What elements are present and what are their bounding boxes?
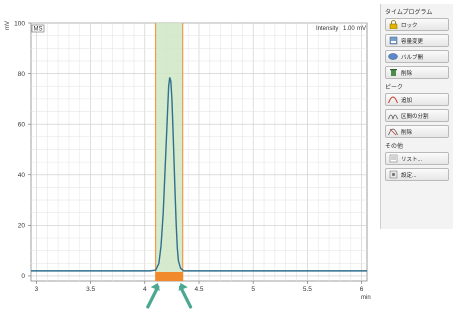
valve-open-button-label: バルブ開 [401, 54, 424, 61]
arrow-annotation [146, 283, 160, 309]
section-title-time-program: タイムプログラム [385, 10, 433, 16]
split-section-button-label: 区間の分割 [401, 113, 429, 120]
add-peak-button[interactable]: 追加 [385, 93, 449, 106]
y-tick-label: 40 [18, 172, 26, 179]
y-axis-unit: mV [5, 21, 11, 30]
y-tick-label: 60 [18, 121, 26, 128]
valve-icon [388, 52, 398, 61]
x-tick-label: 5.5 [303, 286, 312, 293]
intensity-unit: mV [357, 26, 366, 32]
section-title-other: その他 [385, 144, 404, 150]
time-program-delete-button[interactable]: 削除 [385, 66, 449, 79]
x-tick-label: 4 [143, 286, 147, 293]
valve-open-button[interactable]: バルブ開 [385, 50, 449, 63]
intensity-value: 1.00 [343, 26, 355, 32]
x-tick-label: 6 [360, 286, 364, 293]
split-section-button[interactable]: 区間の分割 [385, 109, 449, 122]
x-tick-label: 5 [251, 286, 255, 293]
delete-icon [388, 68, 398, 77]
y-tick-label: 100 [14, 20, 25, 27]
settings-icon [388, 170, 398, 179]
side-panel: タイムプログラム ロック 容量変更 バルブ開 削除 ピーク 追加 区間の分割 削… [380, 4, 453, 229]
settings-button[interactable]: 設定... [385, 168, 449, 181]
x-axis-unit: min [361, 295, 371, 301]
chromatogram-chart: 3 3.5 4 4.5 5 5.5 6 0 20 40 60 80 100 mV min MS Int… [5, 20, 371, 309]
highlight-band[interactable] [155, 272, 183, 281]
corner-badge: MS [31, 24, 45, 33]
list-icon [388, 154, 398, 163]
delete-peak-button-label: 削除 [401, 129, 413, 136]
delete-peak-icon [388, 127, 398, 136]
x-tick-label: 3.5 [86, 286, 95, 293]
y-axis-ticks: 0 20 40 60 80 100 [14, 20, 31, 280]
x-axis-ticks: 3 3.5 4 4.5 5 5.5 6 [35, 281, 364, 293]
section-other: その他 リスト... 設定... [381, 141, 453, 181]
add-peak-button-label: 追加 [401, 97, 413, 104]
highlight-window[interactable] [155, 23, 183, 281]
intensity-label: Intensity [316, 26, 338, 32]
lock-button[interactable]: ロック [385, 18, 449, 31]
y-tick-label: 0 [21, 273, 25, 280]
split-icon [388, 111, 398, 120]
settings-button-label: 設定... [401, 172, 417, 179]
lock-button-label: ロック [401, 22, 418, 29]
svg-text:MS: MS [34, 27, 43, 33]
volume-change-button-label: 容量変更 [401, 38, 424, 45]
chromatogram-plot: 3 3.5 4 4.5 5 5.5 6 0 20 40 60 80 100 mV min MS Int… [0, 0, 378, 332]
section-title-peak: ピーク [385, 85, 404, 91]
y-tick-label: 20 [18, 223, 26, 230]
add-peak-icon [388, 95, 398, 104]
lock-icon [388, 20, 398, 29]
section-peak: ピーク 追加 区間の分割 削除 [381, 82, 453, 138]
arrow-annotation [178, 283, 193, 309]
y-tick-label: 80 [18, 71, 26, 78]
time-program-delete-button-label: 削除 [401, 70, 413, 77]
delete-peak-button[interactable]: 削除 [385, 125, 449, 138]
section-time-program: タイムプログラム ロック 容量変更 バルブ開 削除 [381, 7, 453, 79]
volume-icon [388, 36, 398, 45]
x-tick-label: 3 [35, 286, 39, 293]
list-button[interactable]: リスト... [385, 152, 449, 165]
list-button-label: リスト... [401, 156, 423, 163]
volume-change-button[interactable]: 容量変更 [385, 34, 449, 47]
x-tick-label: 4.5 [194, 286, 203, 293]
arrow-annotations [146, 283, 193, 309]
